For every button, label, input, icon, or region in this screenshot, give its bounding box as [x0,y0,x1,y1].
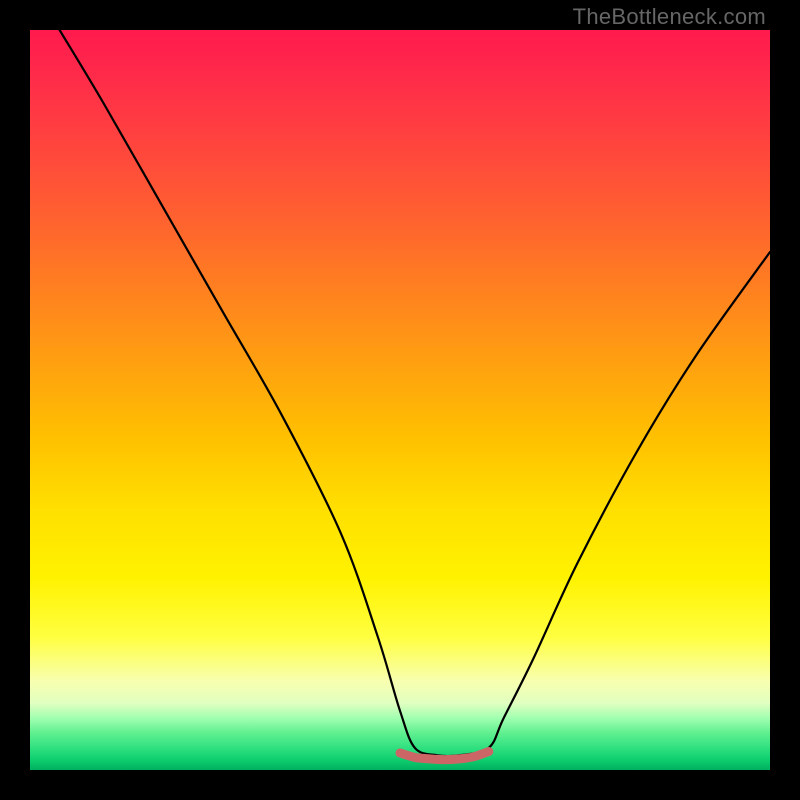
watermark-text: TheBottleneck.com [573,4,766,30]
bottleneck-curve [60,30,770,756]
curve-svg [30,30,770,770]
chart-frame: TheBottleneck.com [0,0,800,800]
flat-segment [400,752,489,760]
plot-area [30,30,770,770]
